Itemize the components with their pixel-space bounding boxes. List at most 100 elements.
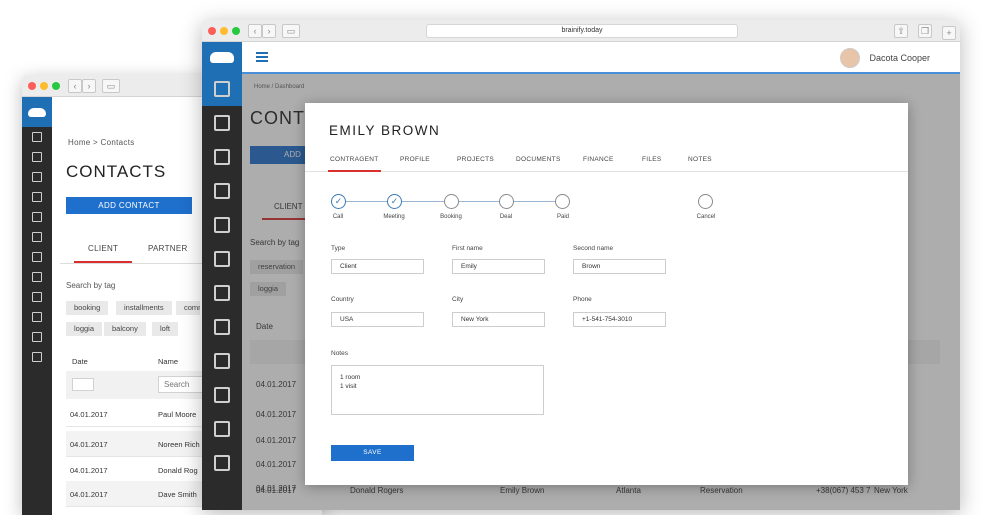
mail-icon[interactable] <box>202 344 242 378</box>
export-icon[interactable] <box>22 347 52 367</box>
tag-chip[interactable]: loggia <box>66 322 103 336</box>
contacts-icon[interactable] <box>202 72 242 106</box>
first-name-field[interactable]: Emily <box>452 259 545 274</box>
row-name: Paul Moore <box>158 410 197 419</box>
forward-arrow-icon[interactable]: › <box>262 24 276 38</box>
tab-client[interactable]: CLIENT <box>73 244 133 263</box>
notes-label: Notes <box>331 350 348 357</box>
tabs-icon[interactable]: ❐ <box>918 24 932 38</box>
contacts-icon[interactable] <box>22 127 52 147</box>
tab-projects[interactable]: PROJECTS <box>457 156 494 163</box>
briefcase-icon[interactable] <box>202 174 242 208</box>
tag-chip[interactable]: loft <box>152 322 179 336</box>
target-icon[interactable] <box>202 310 242 344</box>
handshake-icon[interactable] <box>202 208 242 242</box>
tab-files[interactable]: FILES <box>642 156 662 163</box>
step-deal[interactable] <box>499 194 514 209</box>
share-icon[interactable]: ⇧ <box>894 24 908 38</box>
chart-icon[interactable] <box>22 307 52 327</box>
document-icon[interactable] <box>22 227 52 247</box>
home-icon[interactable] <box>22 327 52 347</box>
card-icon[interactable] <box>202 276 242 310</box>
column-header-name[interactable]: Name <box>158 357 178 366</box>
row-date: 04.01.2017 <box>70 466 108 475</box>
step-call-check-icon[interactable]: ✓ <box>331 194 346 209</box>
contact-modal: EMILY BROWN CONTRAGENT PROFILE PROJECTS … <box>305 103 908 485</box>
row-date: 04.01.2017 <box>70 440 108 449</box>
search-by-tag-label: Search by tag <box>66 281 116 290</box>
tab-documents[interactable]: DOCUMENTS <box>516 156 561 163</box>
row-name: Donald Rog <box>158 466 198 475</box>
browser-toolbar: ‹ › ▭ brainify.today ⇧ ❐ + <box>202 20 960 42</box>
step-cancel[interactable] <box>698 194 713 209</box>
column-header-date[interactable]: Date <box>72 357 88 366</box>
close-window-button[interactable] <box>208 27 216 35</box>
tab-finance[interactable]: FINANCE <box>583 156 614 163</box>
close-window-button[interactable] <box>28 82 36 90</box>
tab-notes[interactable]: NOTES <box>688 156 712 163</box>
step-booking[interactable] <box>444 194 459 209</box>
tag-chip[interactable]: comm <box>176 301 200 315</box>
back-arrow-icon[interactable]: ‹ <box>248 24 262 38</box>
buildings-icon[interactable] <box>22 147 52 167</box>
save-button[interactable]: SAVE <box>331 445 414 461</box>
calendar-icon[interactable] <box>72 378 94 391</box>
city-icon[interactable] <box>22 167 52 187</box>
notes-textarea[interactable]: 1 room 1 visit <box>331 365 544 415</box>
brand-logo <box>22 97 52 127</box>
tab-partner[interactable]: PARTNER <box>148 244 188 253</box>
maximize-window-button[interactable] <box>52 82 60 90</box>
map-icon[interactable] <box>202 140 242 174</box>
calculator-icon[interactable] <box>202 412 242 446</box>
handshake-icon[interactable] <box>22 207 52 227</box>
row-name: Noreen Rich <box>158 440 200 449</box>
bank-icon[interactable] <box>202 378 242 412</box>
step-paid[interactable] <box>555 194 570 209</box>
document-icon[interactable] <box>202 242 242 276</box>
city-field[interactable]: New York <box>452 312 545 327</box>
sidebar-toggle-icon[interactable]: ▭ <box>102 79 120 93</box>
modal-tabs: CONTRAGENT PROFILE PROJECTS DOCUMENTS FI… <box>305 153 908 172</box>
phone-label: Phone <box>573 296 592 303</box>
menu-icon[interactable] <box>256 52 268 64</box>
second-name-field[interactable]: Brown <box>573 259 666 274</box>
card-icon[interactable] <box>22 247 52 267</box>
tag-chip[interactable]: booking <box>66 301 109 315</box>
brand-logo <box>202 42 242 72</box>
avatar[interactable] <box>840 48 860 68</box>
sidebar-toggle-icon[interactable]: ▭ <box>282 24 300 38</box>
add-contact-button[interactable]: ADD CONTACT <box>66 197 192 214</box>
breadcrumb: Home > Contacts <box>68 138 135 147</box>
maximize-window-button[interactable] <box>232 27 240 35</box>
step-label: Call <box>332 214 344 220</box>
sidebar <box>22 97 52 515</box>
export-icon[interactable] <box>202 446 242 480</box>
app-header: Dacota Cooper <box>242 42 960 74</box>
city-label: City <box>452 296 464 303</box>
sidebar <box>202 42 242 510</box>
type-field[interactable]: Client <box>331 259 424 274</box>
second-name-label: Second name <box>573 245 614 252</box>
tab-contragent[interactable]: CONTRAGENT <box>328 156 380 172</box>
country-field[interactable]: USA <box>331 312 424 327</box>
back-arrow-icon[interactable]: ‹ <box>68 79 82 93</box>
buildings-icon[interactable] <box>202 106 242 140</box>
new-tab-icon[interactable]: + <box>942 26 956 40</box>
minimize-window-button[interactable] <box>220 27 228 35</box>
user-name[interactable]: Dacota Cooper <box>869 53 930 63</box>
page-title: CONTACTS <box>66 162 167 181</box>
type-label: Type <box>331 245 346 252</box>
country-label: Country <box>331 296 354 303</box>
step-meeting-check-icon[interactable]: ✓ <box>387 194 402 209</box>
bank-icon[interactable] <box>22 267 52 287</box>
tab-profile[interactable]: PROFILE <box>400 156 430 163</box>
phone-field[interactable]: +1-541-754-3010 <box>573 312 666 327</box>
forward-arrow-icon[interactable]: › <box>82 79 96 93</box>
report-icon[interactable] <box>22 287 52 307</box>
tag-chip[interactable]: installments <box>116 301 172 315</box>
tag-chip[interactable]: balcony <box>104 322 146 336</box>
minimize-window-button[interactable] <box>40 82 48 90</box>
row-date: 04.01.2017 <box>70 410 108 419</box>
address-bar[interactable]: brainify.today <box>426 24 738 38</box>
briefcase-icon[interactable] <box>22 187 52 207</box>
